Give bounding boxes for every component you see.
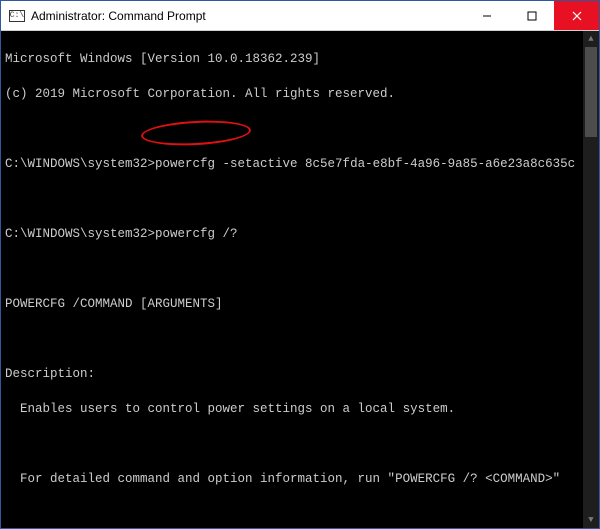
command-prompt-window: C:\ Administrator: Command Prompt Micros… [0, 0, 600, 529]
titlebar[interactable]: C:\ Administrator: Command Prompt [1, 1, 599, 31]
description-detail: For detailed command and option informat… [5, 471, 595, 489]
cmd-icon: C:\ [9, 10, 25, 22]
description-header: Description: [5, 366, 595, 384]
vertical-scrollbar[interactable]: ▲ ▼ [583, 31, 599, 528]
command-line-2: C:\WINDOWS\system32>powercfg /? [5, 226, 595, 244]
scroll-down-arrow[interactable]: ▼ [583, 512, 599, 528]
usage-line: POWERCFG /COMMAND [ARGUMENTS] [5, 296, 595, 314]
description-body: Enables users to control power settings … [5, 401, 595, 419]
window-controls [464, 1, 599, 30]
maximize-button[interactable] [509, 1, 554, 30]
window-title: Administrator: Command Prompt [31, 9, 206, 23]
scroll-track[interactable] [583, 47, 599, 512]
terminal-output[interactable]: Microsoft Windows [Version 10.0.18362.23… [1, 31, 599, 528]
copyright-line: (c) 2019 Microsoft Corporation. All righ… [5, 86, 595, 104]
command-line-1: C:\WINDOWS\system32>powercfg -setactive … [5, 156, 595, 174]
minimize-button[interactable] [464, 1, 509, 30]
scroll-up-arrow[interactable]: ▲ [583, 31, 599, 47]
scroll-thumb[interactable] [585, 47, 597, 137]
title-left: C:\ Administrator: Command Prompt [1, 1, 464, 30]
version-line: Microsoft Windows [Version 10.0.18362.23… [5, 51, 595, 69]
close-button[interactable] [554, 1, 599, 30]
